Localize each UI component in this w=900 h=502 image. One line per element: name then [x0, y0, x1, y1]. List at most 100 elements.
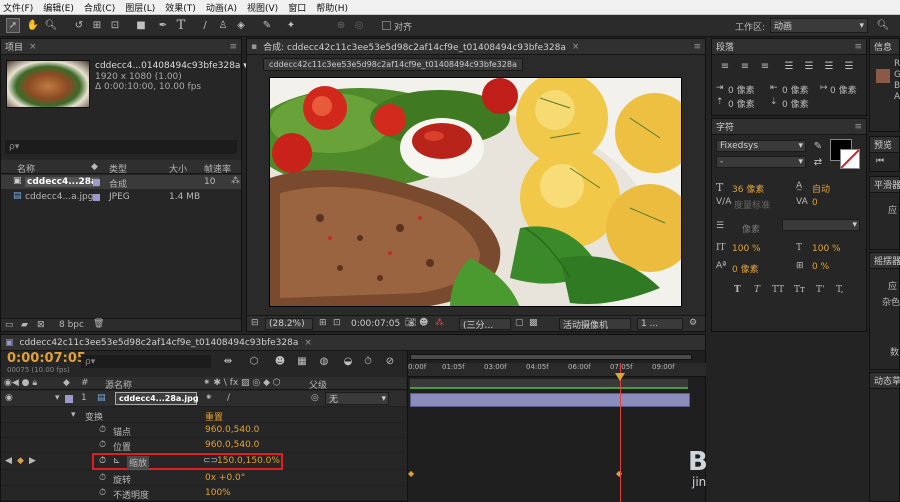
lock-icon[interactable]: ▪ [251, 42, 257, 52]
tracking-value[interactable]: 0 [812, 198, 818, 208]
col-name[interactable]: 名称 [17, 162, 35, 175]
composition-tab[interactable]: 合成: cddecc42c11c3ee53e5d98c2af14cf9e_t01… [263, 40, 566, 53]
constrain-proportions-icon[interactable]: ⊂⊃ [203, 456, 218, 466]
paragraph-tab[interactable]: 段落 [716, 40, 734, 53]
show-snapshot-icon[interactable]: ☻ [419, 318, 428, 328]
menu-animation[interactable]: 动画(A) [206, 1, 237, 14]
superscript-button[interactable]: T' [816, 285, 824, 295]
close-icon[interactable]: × [304, 338, 312, 348]
indent-left-value[interactable]: 0 像素 [728, 83, 755, 96]
ruler[interactable]: 0:00f 01:05f 03:00f 04:05f 06:00f 07:05f… [408, 363, 706, 377]
keyframe-icon[interactable]: ◆ [408, 469, 414, 478]
stopwatch-icon[interactable]: ⏱ [99, 425, 106, 435]
baseline-shift-value[interactable]: 0 像素 [732, 262, 759, 275]
puppet-tool-icon[interactable]: ✦ [284, 18, 298, 33]
collapse-switch-icon[interactable]: ⁕ [205, 393, 213, 403]
stopwatch-icon[interactable]: ⏱ [99, 440, 106, 450]
first-frame-icon[interactable]: ⏮ [876, 156, 884, 166]
small-caps-button[interactable]: Tт [794, 285, 805, 295]
rectangle-tool-icon[interactable]: ■ [134, 18, 148, 33]
region-of-interest-icon[interactable]: ▢ [515, 318, 524, 328]
eraser-tool-icon[interactable]: ◈ [234, 18, 248, 33]
zoom-tool-icon[interactable]: 🔍︎ [44, 18, 58, 33]
all-caps-button[interactable]: TT [772, 285, 784, 295]
col-rate[interactable]: 帧速率 [204, 162, 231, 175]
align-left-icon[interactable]: ≡ [718, 60, 732, 72]
panel-menu-icon[interactable]: ≡ [854, 122, 862, 132]
pan-behind-tool-icon[interactable]: ⊡ [108, 18, 122, 33]
property-value[interactable]: 150.0,150.0% [217, 456, 280, 466]
panel-menu-icon[interactable]: ≡ [229, 42, 237, 52]
composition-subtab[interactable]: cddecc42c11c3ee53e5d98c2af14cf9e_t014084… [263, 58, 523, 71]
title-safe-icon[interactable]: ⊞ [319, 318, 327, 328]
align-right-icon[interactable]: ≡ [758, 60, 772, 72]
graph-icon[interactable]: ⊾ [113, 456, 121, 466]
search-help-icon[interactable]: 🔍︎ [876, 18, 890, 33]
settings-icon[interactable]: ⚙ [689, 318, 697, 328]
menu-help[interactable]: 帮助(H) [316, 1, 348, 14]
justify-last-center-icon[interactable]: ☰ [802, 60, 816, 72]
property-value[interactable]: 0x +0.0° [205, 473, 245, 483]
views-select[interactable]: 1 ... [637, 318, 683, 330]
layer-name-box[interactable]: cddecc4...28a.jpg [115, 392, 199, 405]
motion-blur-icon[interactable]: ◍ [317, 355, 331, 368]
info-tab[interactable]: 信息 [874, 40, 892, 53]
col-size[interactable]: 大小 [169, 162, 187, 175]
space-before-value[interactable]: 0 像素 [728, 97, 755, 110]
composition-viewer[interactable] [269, 77, 682, 307]
layer-label-swatch[interactable] [65, 395, 73, 403]
font-style-select[interactable]: - ▾ [716, 156, 806, 168]
timeline-graph[interactable]: 0:00f 01:05f 03:00f 04:05f 06:00f 07:05f… [407, 351, 708, 502]
space-after-value[interactable]: 0 像素 [782, 97, 809, 110]
transform-reset-link[interactable]: 重置 [205, 410, 223, 423]
project-tab[interactable]: 项目 [5, 40, 23, 53]
preview-tab[interactable]: 预览 [874, 138, 892, 151]
menu-edit[interactable]: 编辑(E) [43, 1, 74, 14]
justify-last-right-icon[interactable]: ☰ [822, 60, 836, 72]
graph-editor-icon[interactable]: ◒ [341, 355, 355, 368]
new-composition-icon[interactable]: ⊠ [37, 320, 45, 330]
prev-keyframe-icon[interactable]: ◀ [5, 456, 12, 466]
property-value[interactable]: 100% [205, 488, 231, 498]
interpret-footage-icon[interactable]: ▭ [5, 320, 14, 330]
timeline-timecode[interactable]: 0:00:07:05 [7, 351, 86, 366]
transparency-grid-icon[interactable]: ▩ [529, 318, 538, 328]
parent-pickwhip-icon[interactable]: ◎ [311, 393, 319, 403]
axis-world-icon[interactable]: ◎ [352, 18, 366, 33]
expand-arrow-icon[interactable]: ▾ [71, 410, 76, 420]
zoom-select[interactable]: (28.2%) [265, 318, 313, 330]
eyedropper-icon[interactable]: ✎ [812, 140, 824, 152]
menu-effect[interactable]: 效果(T) [165, 1, 196, 14]
next-keyframe-icon[interactable]: ▶ [29, 456, 36, 466]
transform-row[interactable]: ▾ 变换 重置 [1, 408, 406, 423]
wiggler-apply-button[interactable]: 应 [888, 279, 897, 292]
project-row-jpg[interactable]: ▤ cddecc4...a.jpg JPEG 1.4 MB [1, 190, 241, 204]
font-size-value[interactable]: 36 像素 [732, 182, 764, 195]
timeline-tab[interactable]: cddecc42c11c3ee53e5d98c2af14cf9e_t014084… [20, 338, 299, 348]
wiggler-tab[interactable]: 摇摆器 [874, 254, 900, 267]
rotation-row[interactable]: ⏱ 旋转 0x +0.0° [1, 471, 406, 486]
workspace-select[interactable]: 动画 ▾ [770, 18, 868, 33]
justify-last-left-icon[interactable]: ☰ [782, 60, 796, 72]
project-row-comp[interactable]: ▣ cddecc4...28a 合成 10 ⁂ [1, 175, 241, 190]
parent-select[interactable]: 无 ▾ [325, 392, 389, 405]
brainstorm-icon[interactable]: ⊘ [383, 355, 397, 368]
playhead-line[interactable] [620, 363, 621, 502]
rotate-tool-icon[interactable]: ↺ [72, 18, 86, 33]
panel-menu-icon[interactable]: ≡ [693, 42, 701, 52]
frame-blending-icon[interactable]: ▦ [295, 355, 309, 368]
camera-tool-icon[interactable]: ⊞ [90, 18, 104, 33]
font-family-select[interactable]: Fixedsys ▾ [716, 140, 806, 152]
opacity-row[interactable]: ⏱ 不透明度 100% [1, 486, 406, 501]
faux-italic-button[interactable]: T [754, 285, 760, 295]
camera-select[interactable]: 活动摄像机 [559, 318, 631, 331]
stamp-tool-icon[interactable]: ♙ [216, 18, 230, 33]
layer-duration-bar[interactable] [410, 393, 690, 407]
smoother-apply-button[interactable]: 应 [888, 203, 897, 216]
comp-mini-flowchart-icon[interactable]: ⇹ [221, 355, 235, 368]
keyframe-indicator-icon[interactable]: ◆ [17, 456, 24, 466]
menu-layer[interactable]: 图层(L) [125, 1, 155, 14]
axis-icon[interactable]: ⊕ [334, 18, 348, 33]
property-value[interactable]: 960.0,540.0 [205, 440, 259, 450]
project-item-name[interactable]: cddecc4...01408494c93bfe328a ▾ [95, 61, 248, 71]
